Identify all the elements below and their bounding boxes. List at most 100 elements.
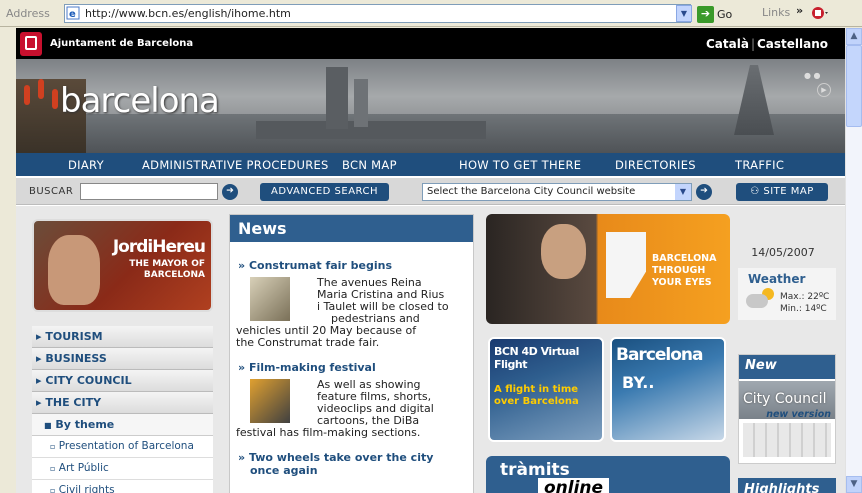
lang-catala-link[interactable]: Català	[706, 37, 749, 51]
new-box[interactable]: New City Council new version	[738, 354, 836, 464]
new-heading: New	[739, 355, 835, 379]
menu-art-public[interactable]: ▫ Art Públic	[32, 458, 213, 480]
banner: barcelona ● ● ▶	[16, 59, 845, 153]
menu-presentation-label: Presentation of Barcelona	[58, 440, 194, 452]
scroll-down-icon[interactable]: ▼	[846, 476, 862, 493]
content-area: JordiHereu THE MAYOR OF BARCELONA ▸ TOUR…	[16, 206, 845, 493]
lang-castellano-link[interactable]: Castellano	[757, 37, 828, 51]
address-dropdown-icon[interactable]: ▼	[676, 5, 692, 22]
news-arrow-icon: »	[238, 259, 246, 272]
nav-how-to-get-there[interactable]: HOW TO GET THERE	[459, 158, 581, 172]
go-button[interactable]: ➔ Go	[697, 5, 741, 23]
promo-4d-line-1: A flight in time	[494, 384, 579, 395]
council-website-select[interactable]: Select the Barcelona City Council websit…	[422, 183, 692, 201]
banner-slide-dots[interactable]: ● ●	[804, 71, 821, 80]
city-council-thumbnail	[743, 423, 831, 457]
promo-tramits-online[interactable]: tràmits online	[486, 456, 730, 493]
banner-title: barcelona	[60, 81, 220, 121]
promo-4d-line-2: over Barcelona	[494, 396, 579, 407]
go-arrow-icon: ➔	[697, 5, 714, 23]
news-title-3-line-2[interactable]: once again	[250, 464, 318, 477]
nav-directories[interactable]: DIRECTORIES	[615, 158, 696, 172]
cloud-icon	[746, 294, 768, 308]
scroll-thumb[interactable]	[846, 45, 862, 127]
address-bar: Address http://www.bcn.es/english/ihome.…	[0, 0, 862, 27]
banner-play-icon[interactable]: ▶	[817, 83, 831, 97]
mayor-subtitle-1: THE MAYOR OF	[129, 259, 205, 269]
square-bullet-icon: ■	[44, 421, 52, 430]
search-go-button[interactable]: ➔	[222, 184, 238, 200]
tramits-title: tràmits	[500, 460, 570, 480]
menu-city-council-label: CITY COUNCIL	[45, 374, 132, 387]
links-chevron-icon[interactable]: »	[796, 4, 803, 17]
weather-min: Min.: 14ºC	[780, 304, 827, 314]
site-map-button[interactable]: ⚇ SITE MAP	[736, 183, 828, 201]
menu-business-label: BUSINESS	[45, 352, 107, 365]
menu-the-city-label: THE CITY	[45, 396, 102, 409]
links-button[interactable]: Links	[762, 6, 790, 19]
nav-bcn-map[interactable]: BCN MAP	[342, 158, 397, 172]
news-arrow-icon: »	[238, 361, 246, 374]
advanced-search-button[interactable]: ADVANCED SEARCH	[260, 183, 389, 201]
select-go-button[interactable]: ➔	[696, 184, 712, 200]
search-input[interactable]	[80, 183, 218, 200]
current-date: 14/05/2007	[751, 246, 815, 259]
barcelona-shield-logo[interactable]	[20, 32, 42, 56]
promo-barcelona-through-your-eyes[interactable]: BARCELONA THROUGH YOUR EYES	[486, 214, 730, 324]
promo-photo	[541, 224, 586, 279]
banner-cable-tower	[734, 65, 774, 135]
news-image-1[interactable]	[250, 277, 290, 321]
url-input[interactable]: http://www.bcn.es/english/ihome.htm	[64, 4, 691, 23]
select-dropdown-icon[interactable]: ▼	[675, 184, 691, 200]
nav-traffic[interactable]: TRAFFIC	[735, 158, 784, 172]
news-title-2[interactable]: » Film-making festival	[238, 361, 376, 374]
news-title-3[interactable]: » Two wheels take over the city	[238, 451, 433, 464]
menu-city-council[interactable]: ▸ CITY COUNCIL	[32, 370, 213, 392]
news-title-1[interactable]: » Construmat fair begins	[238, 259, 392, 272]
news-panel: News » Construmat fair begins The avenue…	[229, 214, 474, 493]
toolbar-extension-icon[interactable]	[810, 4, 830, 22]
news-text-1-line-6: the Construmat trade fair.	[236, 336, 380, 349]
menu-tourism[interactable]: ▸ TOURISM	[32, 326, 213, 348]
menu-the-city[interactable]: ▸ THE CITY	[32, 392, 213, 414]
promo-bcn-line-2: THROUGH	[652, 265, 706, 276]
menu-civil-rights[interactable]: ▫ Civil rights	[32, 480, 213, 493]
promo-barcelona-by[interactable]: Barcelona BY..	[610, 337, 726, 442]
promo-4d-virtual-flight[interactable]: BCN 4D Virtual Flight A flight in time o…	[488, 337, 604, 442]
news-image-2[interactable]	[250, 379, 290, 423]
square-bullet-icon: ▫	[50, 486, 56, 493]
menu-presentation[interactable]: ▫ Presentation of Barcelona	[32, 436, 213, 458]
vertical-scrollbar[interactable]: ▲ ▼	[845, 28, 862, 493]
nav-administrative-procedures[interactable]: ADMINISTRATIVE PROCEDURES	[142, 158, 329, 172]
promo-b-logo	[606, 232, 646, 298]
banner-tower-2	[354, 79, 368, 127]
new-version-label: new version	[766, 409, 831, 420]
search-row: BUSCAR ➔ ADVANCED SEARCH Select the Barc…	[16, 178, 845, 205]
menu-art-public-label: Art Públic	[58, 462, 109, 474]
menu-arrow-icon: ▸	[36, 396, 42, 409]
nav-diary[interactable]: DIARY	[68, 158, 104, 172]
weather-widget[interactable]: Weather Max.: 22ºC Min.: 14ºC	[738, 268, 836, 320]
left-menu: ▸ TOURISM ▸ BUSINESS ▸ CITY COUNCIL ▸ TH…	[32, 326, 213, 493]
web-page: Ajuntament de Barcelona Català | Castell…	[16, 28, 845, 493]
menu-by-theme[interactable]: ■ By theme	[32, 414, 213, 436]
org-name: Ajuntament de Barcelona	[50, 38, 194, 49]
news-heading: News	[230, 215, 473, 242]
search-label: BUSCAR	[29, 186, 74, 197]
mayor-photo	[48, 235, 100, 305]
lang-separator: |	[751, 37, 756, 51]
promo-by-title: Barcelona	[616, 345, 704, 365]
menu-business[interactable]: ▸ BUSINESS	[32, 348, 213, 370]
scroll-up-icon[interactable]: ▲	[846, 28, 862, 45]
council-website-select-value: Select the Barcelona City Council websit…	[427, 186, 636, 197]
weather-title: Weather	[748, 272, 806, 286]
svg-text:e: e	[69, 9, 76, 20]
sitemap-icon: ⚇	[750, 186, 760, 197]
promo-4d-title: BCN 4D Virtual Flight	[494, 345, 579, 371]
menu-by-theme-label: By theme	[55, 418, 115, 431]
news-title-3-line-1: Two wheels take over the city	[248, 451, 434, 464]
banner-tower	[326, 67, 348, 129]
mayor-banner[interactable]: JordiHereu THE MAYOR OF BARCELONA	[32, 219, 213, 312]
banner-cityscape	[256, 121, 486, 139]
highlights-heading[interactable]: Highlights	[738, 478, 836, 493]
